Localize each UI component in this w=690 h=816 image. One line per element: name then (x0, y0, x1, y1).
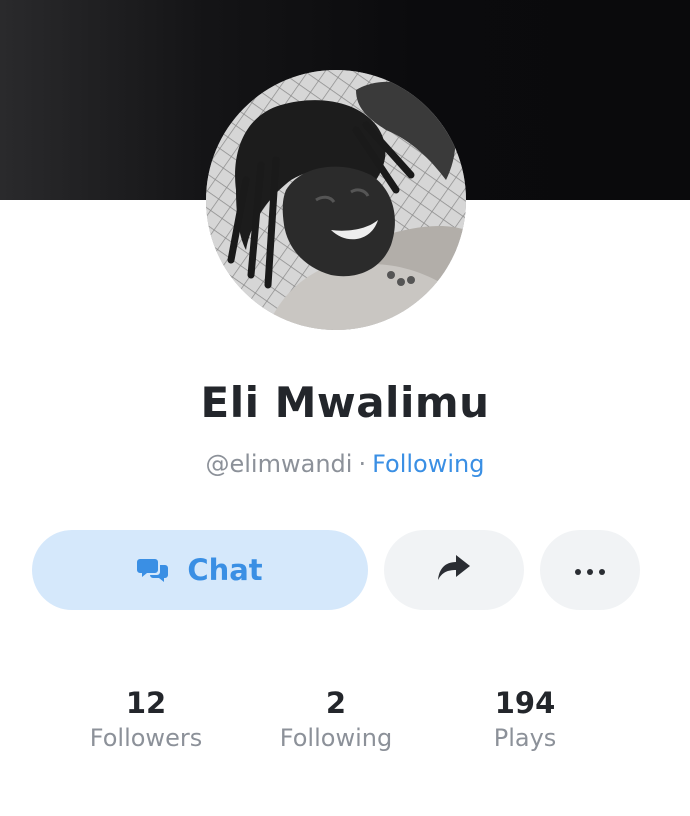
stat-value: 194 (494, 686, 556, 720)
stat-label: Plays (493, 724, 557, 752)
profile-subline: @elimwandi · Following (0, 450, 690, 478)
follow-status-link[interactable]: Following (372, 450, 484, 478)
stat-value: 12 (125, 686, 167, 720)
separator-dot: · (358, 450, 367, 478)
share-arrow-icon (436, 553, 472, 587)
chat-bubbles-icon (137, 557, 169, 583)
stat-value: 2 (325, 686, 347, 720)
avatar[interactable] (206, 70, 466, 330)
stat-following[interactable]: 2 Following (236, 686, 436, 756)
stat-label: Followers (89, 724, 203, 752)
stat-label: Following (279, 724, 393, 752)
profile-handle: @elimwandi (205, 450, 353, 478)
share-button[interactable] (384, 530, 524, 610)
more-options-button[interactable] (540, 530, 640, 610)
stat-plays: 194 Plays (425, 686, 625, 756)
profile-page: Eli Mwalimu @elimwandi·Following Chat (0, 0, 690, 816)
avatar-photo (206, 70, 466, 330)
more-horizontal-icon (574, 561, 606, 580)
chat-button[interactable]: Chat (32, 530, 368, 610)
stat-followers[interactable]: 12 Followers (46, 686, 246, 756)
chat-button-label: Chat (187, 553, 263, 587)
profile-stats: 12 Followers 2 Following 194 Plays (0, 686, 690, 766)
profile-name: Eli Mwalimu (200, 378, 490, 427)
